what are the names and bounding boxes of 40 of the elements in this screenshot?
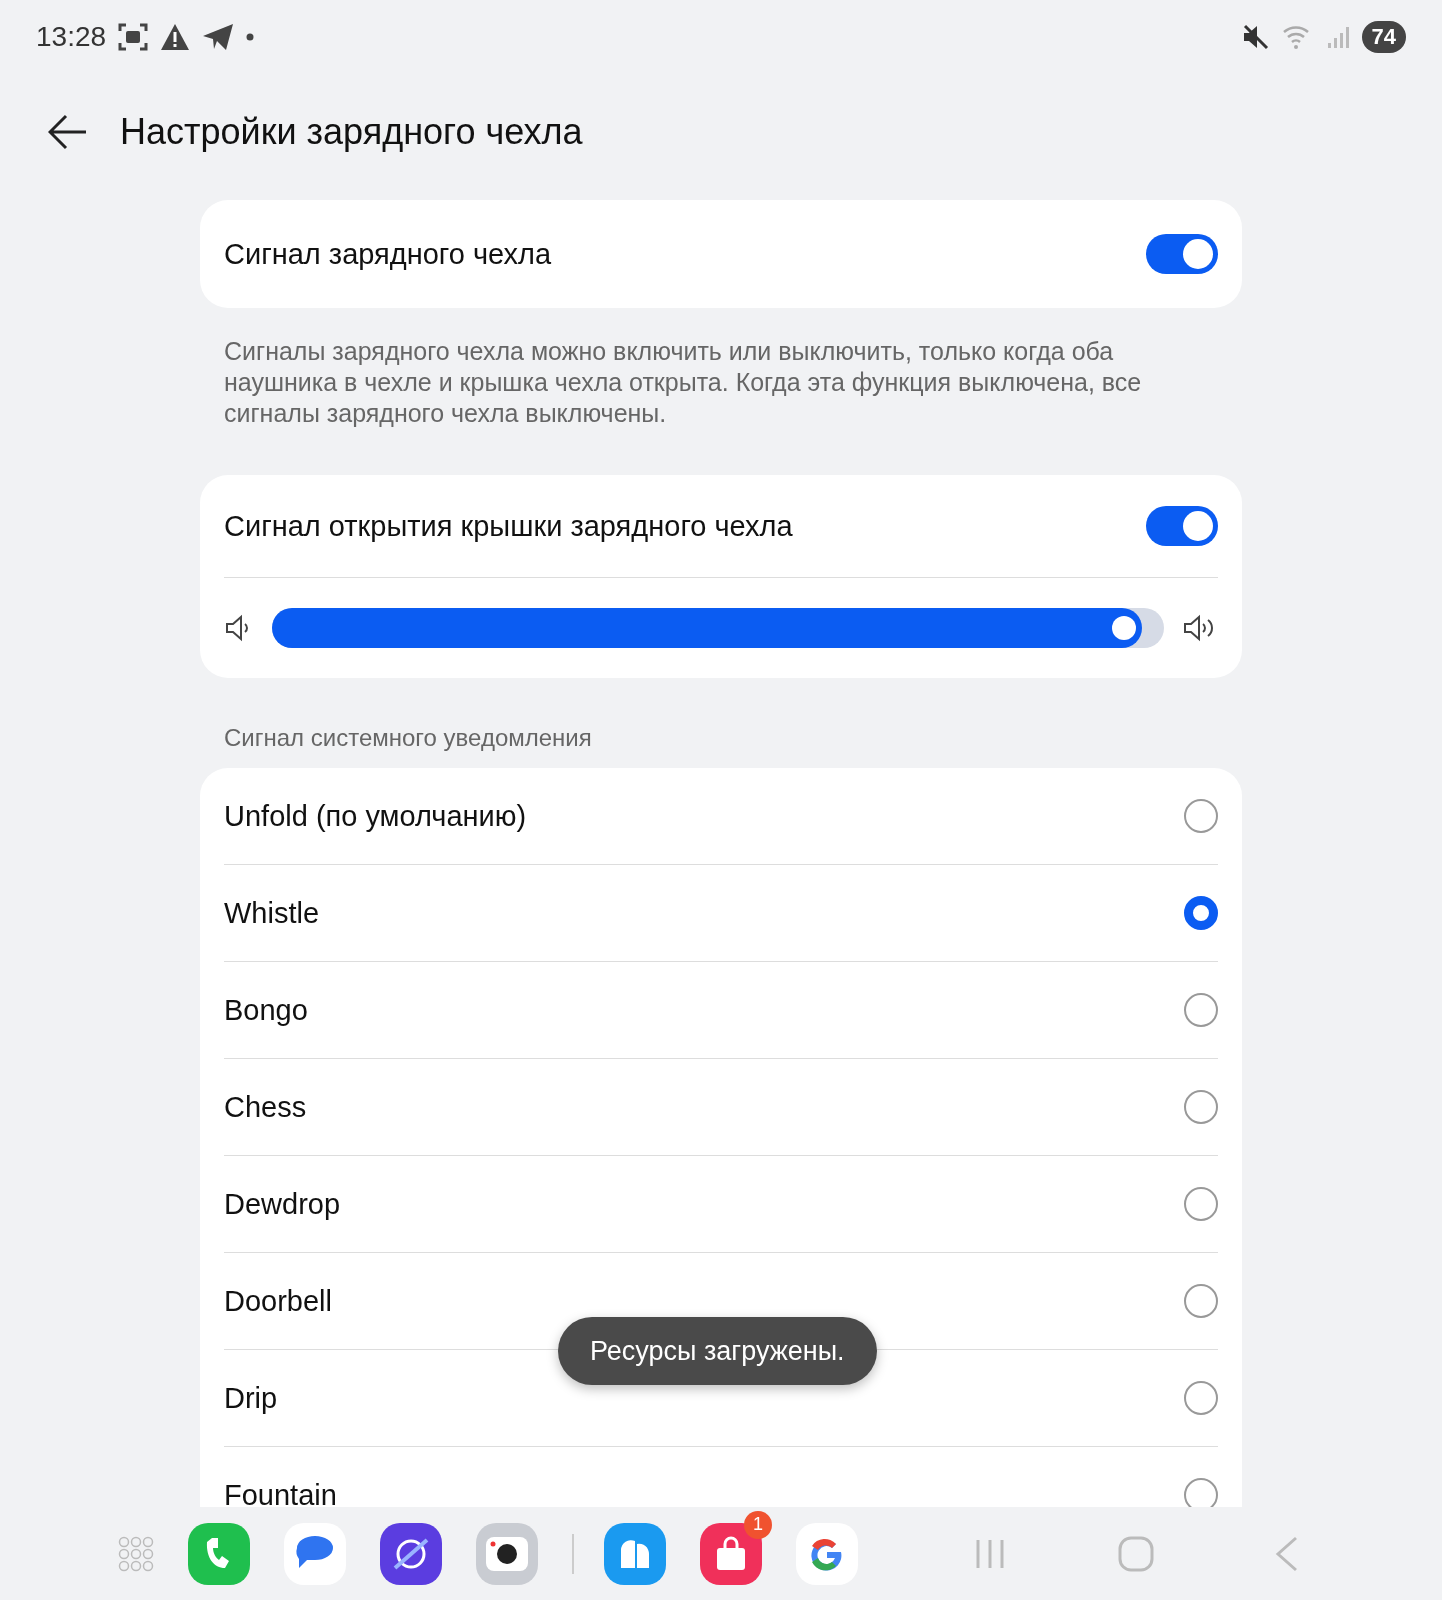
radio-button[interactable] — [1184, 896, 1218, 930]
back-icon[interactable] — [1274, 1535, 1298, 1572]
option-label: Unfold (по умолчанию) — [224, 799, 527, 833]
section-title: Сигнал системного уведомления — [223, 723, 593, 753]
warning-icon — [160, 23, 191, 51]
home-icon[interactable] — [1118, 1535, 1154, 1572]
option-label: Chess — [224, 1090, 307, 1124]
option-label: Whistle — [224, 896, 320, 930]
app-icon[interactable] — [380, 1522, 442, 1585]
radio-button[interactable] — [1184, 799, 1218, 833]
option-label: Fountain — [224, 1478, 337, 1507]
camera-icon — [485, 1535, 529, 1572]
notification-badge: 1 — [744, 1510, 772, 1539]
toggle-switch[interactable] — [1146, 506, 1218, 546]
screenshot-icon — [118, 23, 149, 51]
option-label: Bongo — [224, 993, 308, 1027]
setting-label: Сигнал зарядного чехла — [224, 237, 552, 271]
option-label: Dewdrop — [224, 1187, 341, 1221]
paper-plane-icon — [202, 23, 235, 51]
dot-icon — [246, 33, 255, 41]
radio-button[interactable] — [1184, 1090, 1218, 1124]
app-icon[interactable] — [476, 1522, 538, 1585]
status-time: 13:28 — [36, 21, 107, 53]
toggle-switch[interactable] — [1146, 234, 1218, 274]
option-label: Doorbell — [224, 1284, 332, 1318]
page-title: Настройки зарядного чехла — [120, 111, 583, 153]
app-grid-icon[interactable] — [118, 1535, 154, 1572]
toast-message: Ресурсы загружены. — [558, 1317, 877, 1385]
description-text: Сигналы зарядного чехла можно включить или выключить, только когда оба наушника в чехле и крышка чехла открыта. Когда эта функция выключена, все сигналы зарядного чехла выключены. — [224, 336, 1143, 429]
radio-button[interactable] — [1184, 993, 1218, 1027]
mute-icon — [1241, 24, 1270, 50]
radio-button[interactable] — [1184, 1187, 1218, 1221]
radio-button[interactable] — [1184, 1478, 1218, 1507]
back-arrow-icon[interactable] — [48, 114, 88, 150]
option-label: Drip — [224, 1381, 278, 1415]
radio-button[interactable] — [1184, 1284, 1218, 1318]
signal-icon — [1325, 25, 1350, 49]
battery-level: 74 — [1361, 21, 1406, 53]
setting-label: Сигнал открытия крышки зарядного чехла — [224, 509, 793, 543]
radio-button[interactable] — [1184, 1381, 1218, 1415]
